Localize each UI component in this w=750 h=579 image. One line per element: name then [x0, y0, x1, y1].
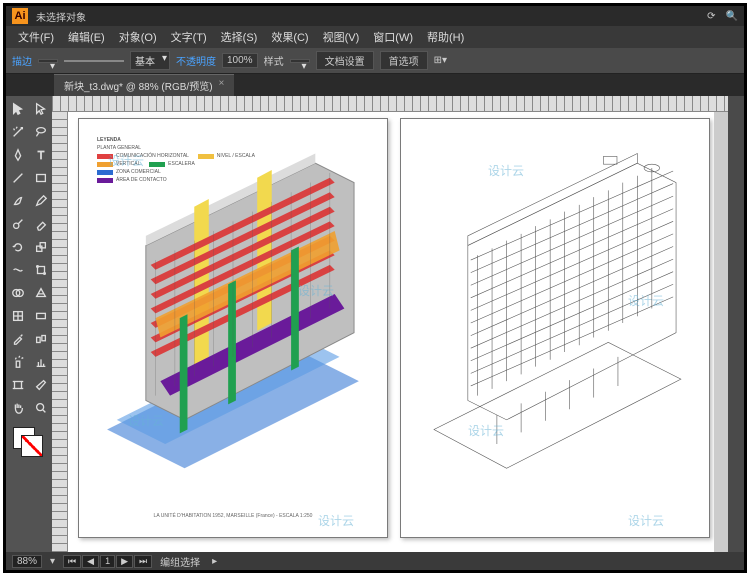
app-window: Ai 未选择对象 ⟳ 🔍 文件(F) 编辑(E) 对象(O) 文字(T) 选择(…	[3, 3, 747, 573]
graph-tool[interactable]	[30, 351, 52, 373]
tab-title: 新块_t3.dwg* @ 88% (RGB/预览)	[64, 78, 213, 93]
direct-select-tool[interactable]	[30, 98, 52, 120]
artboard-nav[interactable]: ⏮ ◀ 1 ▶ ⏭	[63, 555, 152, 568]
type-tool[interactable]	[30, 144, 52, 166]
mesh-tool[interactable]	[7, 305, 29, 327]
line-tool[interactable]	[7, 167, 29, 189]
lasso-tool[interactable]	[30, 121, 52, 143]
no-selection-label: 未选择对象	[36, 9, 86, 24]
status-bar: 88% ▾ ⏮ ◀ 1 ▶ ⏭ 编组选择 ▸	[6, 552, 744, 570]
stroke-weight-dropdown[interactable]	[38, 59, 58, 63]
ruler-horizontal[interactable]	[52, 96, 728, 112]
eraser-tool[interactable]	[30, 213, 52, 235]
status-tool-label: 编组选择	[160, 554, 200, 569]
status-dropdown-icon[interactable]: ▸	[212, 556, 217, 567]
pen-tool[interactable]	[7, 144, 29, 166]
last-artboard-icon[interactable]: ⏭	[134, 555, 152, 568]
fill-stroke-swatch[interactable]	[7, 423, 52, 463]
scrollbar-vertical[interactable]	[714, 112, 728, 552]
artboard-tool[interactable]	[7, 374, 29, 396]
rectangle-tool[interactable]	[30, 167, 52, 189]
tool-panel	[6, 96, 52, 552]
menu-file[interactable]: 文件(F)	[12, 27, 60, 47]
stroke-profile-dropdown[interactable]: 基本	[130, 51, 170, 70]
perspective-tool[interactable]	[30, 282, 52, 304]
zoom-dropdown-icon[interactable]: ▾	[50, 556, 55, 567]
axon-linework	[409, 139, 701, 507]
artboard-2[interactable]	[400, 118, 710, 538]
symbol-spray-tool[interactable]	[7, 351, 29, 373]
magic-wand-tool[interactable]	[7, 121, 29, 143]
titlebar: Ai 未选择对象 ⟳ 🔍	[6, 6, 744, 26]
eyedropper-tool[interactable]	[7, 328, 29, 350]
stroke-label[interactable]: 描边	[12, 53, 32, 68]
menu-type[interactable]: 文字(T)	[165, 27, 213, 47]
close-tab-icon[interactable]: ×	[219, 78, 225, 93]
opacity-value[interactable]: 100%	[222, 53, 258, 68]
shape-builder-tool[interactable]	[7, 282, 29, 304]
pencil-tool[interactable]	[30, 190, 52, 212]
blob-brush-tool[interactable]	[7, 213, 29, 235]
menu-edit[interactable]: 编辑(E)	[62, 27, 111, 47]
document-tab[interactable]: 新块_t3.dwg* @ 88% (RGB/预览) ×	[54, 74, 234, 96]
artboard-viewport[interactable]: LEYENDA PLANTA GENERAL COMUNICACIÓN HORI…	[68, 112, 714, 552]
menu-object[interactable]: 对象(O)	[113, 27, 163, 47]
style-label[interactable]: 样式	[264, 53, 284, 68]
rotate-tool[interactable]	[7, 236, 29, 258]
menu-select[interactable]: 选择(S)	[215, 27, 264, 47]
align-icon[interactable]: ⊞▾	[434, 55, 447, 66]
blend-tool[interactable]	[30, 328, 52, 350]
opacity-label[interactable]: 不透明度	[176, 53, 216, 68]
artboard-number[interactable]: 1	[100, 555, 115, 568]
ruler-vertical[interactable]	[52, 112, 68, 552]
selection-tool[interactable]	[7, 98, 29, 120]
brush-tool[interactable]	[7, 190, 29, 212]
slice-tool[interactable]	[30, 374, 52, 396]
artboard-1[interactable]: LEYENDA PLANTA GENERAL COMUNICACIÓN HORI…	[78, 118, 388, 538]
prev-artboard-icon[interactable]: ◀	[82, 555, 99, 568]
next-artboard-icon[interactable]: ▶	[116, 555, 133, 568]
canvas-area: LEYENDA PLANTA GENERAL COMUNICACIÓN HORI…	[52, 96, 728, 552]
document-tabbar: 新块_t3.dwg* @ 88% (RGB/预览) ×	[6, 74, 744, 96]
style-dropdown[interactable]	[290, 59, 310, 63]
stroke-style-preview[interactable]	[64, 60, 124, 62]
menu-help[interactable]: 帮助(H)	[421, 27, 470, 47]
free-transform-tool[interactable]	[30, 259, 52, 281]
sync-icon[interactable]: ⟳	[707, 11, 715, 22]
gradient-tool[interactable]	[30, 305, 52, 327]
prefs-button[interactable]: 首选项	[380, 51, 428, 70]
right-dock[interactable]	[728, 96, 744, 552]
doc-setup-button[interactable]: 文档设置	[316, 51, 374, 70]
menu-effect[interactable]: 效果(C)	[265, 27, 314, 47]
hand-tool[interactable]	[7, 397, 29, 419]
zoom-tool[interactable]	[30, 397, 52, 419]
control-bar: 描边 基本 不透明度 100% 样式 文档设置 首选项 ⊞▾	[6, 48, 744, 74]
menu-view[interactable]: 视图(V)	[317, 27, 366, 47]
menu-window[interactable]: 窗口(W)	[367, 27, 419, 47]
drawing-caption: LA UNITÉ D'HABITATION 1952, MARSEILLE (F…	[79, 513, 387, 519]
menubar: 文件(F) 编辑(E) 对象(O) 文字(T) 选择(S) 效果(C) 视图(V…	[6, 26, 744, 48]
width-tool[interactable]	[7, 259, 29, 281]
scale-tool[interactable]	[30, 236, 52, 258]
stroke-swatch[interactable]	[21, 435, 43, 457]
first-artboard-icon[interactable]: ⏮	[63, 555, 81, 568]
axon-colored	[87, 139, 379, 507]
